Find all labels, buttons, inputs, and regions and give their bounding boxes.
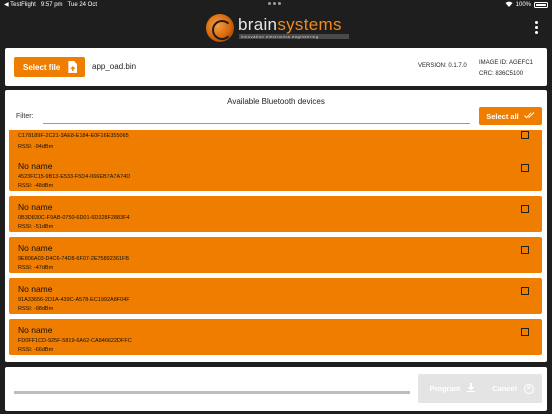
selected-filename: app_oad.bin: [92, 62, 137, 71]
device-uuid: C178189F-2C21-3AE8-E184-E0F16E355065: [18, 133, 129, 139]
device-select-checkbox[interactable]: [521, 287, 529, 295]
download-icon: [467, 383, 476, 394]
filter-input[interactable]: [43, 108, 470, 124]
panel-title: Available Bluetooth devices: [227, 97, 325, 106]
logo-tagline: innovation electronics engineering: [239, 34, 349, 39]
select-all-label: Select all: [486, 111, 519, 121]
device-name: No name: [18, 284, 53, 294]
device-name: No name: [18, 161, 53, 171]
program-label: Program: [429, 384, 461, 393]
select-file-button[interactable]: Select file: [14, 57, 85, 77]
device-select-checkbox[interactable]: [521, 205, 529, 213]
logo-brain-text: brain: [238, 15, 278, 34]
double-check-icon: [523, 111, 535, 121]
wifi-icon: [505, 1, 513, 9]
app-header: brainsystems innovation electronics engi…: [0, 10, 552, 44]
cancel-button[interactable]: Cancel ×: [484, 374, 542, 403]
device-name: No name: [18, 325, 53, 335]
device-name: No name: [18, 243, 53, 253]
device-uuid: FD0FF1CD-925F-5819-6A62-CA846622DFFC: [18, 338, 132, 344]
device-select-checkbox[interactable]: [521, 328, 529, 336]
device-uuid: 91A33656-2D1A-439C-A578-EC1992A8F04F: [18, 297, 130, 303]
filter-label: Filter:: [16, 113, 34, 120]
cancel-label: Cancel: [492, 384, 517, 393]
bluetooth-devices-panel: Available Bluetooth devices Filter: Sele…: [5, 90, 547, 362]
device-rssi: RSSI: -66dBm: [18, 347, 54, 353]
device-rssi: RSSI: -51dBm: [18, 224, 54, 230]
device-rssi: RSSI: -94dBm: [18, 144, 54, 150]
device-list-item[interactable]: No name FD0FF1CD-925F-5819-6A62-CA846622D…: [9, 319, 542, 355]
image-id: IMAGE ID: AGEFC1: [479, 60, 534, 66]
battery-icon: [534, 2, 548, 8]
device-uuid: 9E806A03-D4C6-74D8-6F07-2E75892361FB: [18, 256, 129, 262]
image-info: IMAGE ID: AGEFC1 CRC: 836C5100: [479, 58, 533, 80]
device-select-checkbox[interactable]: [521, 246, 529, 254]
close-circle-icon: ×: [523, 383, 534, 394]
device-list-item[interactable]: No name 4523FC15-9B13-E533-F5D4-066EB7A7A…: [9, 155, 542, 191]
firmware-version: VERSION: 0.1.7.0: [418, 63, 467, 69]
status-date: Tue 24 Oct: [67, 1, 98, 8]
select-file-label: Select file: [23, 62, 61, 72]
back-to-testflight-link[interactable]: ◀ TestFlight: [4, 1, 36, 8]
battery-percent: 100%: [515, 2, 531, 8]
device-rssi: RSSI: -47dBm: [18, 265, 54, 271]
progress-bar: [14, 391, 410, 394]
device-uuid: 0B3D830C-F9AB-0750-6D01-6D328F2883F4: [18, 215, 130, 221]
device-select-checkbox[interactable]: [521, 164, 529, 172]
device-rssi: RSSI: -98dBm: [18, 306, 54, 312]
file-upload-icon: [68, 61, 78, 73]
file-card: Select file app_oad.bin VERSION: 0.1.7.0…: [5, 48, 547, 86]
program-button[interactable]: Program: [418, 374, 487, 403]
device-rssi: RSSI: -48dBm: [18, 183, 54, 189]
select-all-button[interactable]: Select all: [479, 107, 542, 125]
action-bar: Program Cancel ×: [5, 367, 547, 411]
multitasking-dots-icon[interactable]: [268, 2, 281, 5]
logo-mark-icon: [206, 14, 234, 42]
device-list[interactable]: C178189F-2C21-3AE8-E184-E0F16E355065 RSSI…: [5, 130, 547, 362]
device-list-item[interactable]: No name 91A33656-2D1A-439C-A578-EC1992A8F…: [9, 278, 542, 314]
device-name: No name: [18, 202, 53, 212]
status-bar: ◀ TestFlight 9:57 pm Tue 24 Oct 100%: [0, 0, 552, 10]
device-uuid: 4523FC15-9B13-E533-F5D4-066EB7A7A74D: [18, 174, 131, 180]
status-time: 9:57 pm: [40, 1, 63, 8]
more-options-icon[interactable]: [535, 21, 538, 34]
brainsystems-logo: brainsystems innovation electronics engi…: [206, 14, 356, 42]
device-list-item[interactable]: No name 9E806A03-D4C6-74D8-6F07-2E7589236…: [9, 237, 542, 273]
device-select-checkbox[interactable]: [521, 131, 529, 139]
device-list-item[interactable]: No name 0B3D830C-F9AB-0750-6D01-6D328F288…: [9, 196, 542, 232]
logo-systems-text: systems: [277, 15, 342, 34]
image-crc: CRC: 836C5100: [479, 71, 524, 77]
